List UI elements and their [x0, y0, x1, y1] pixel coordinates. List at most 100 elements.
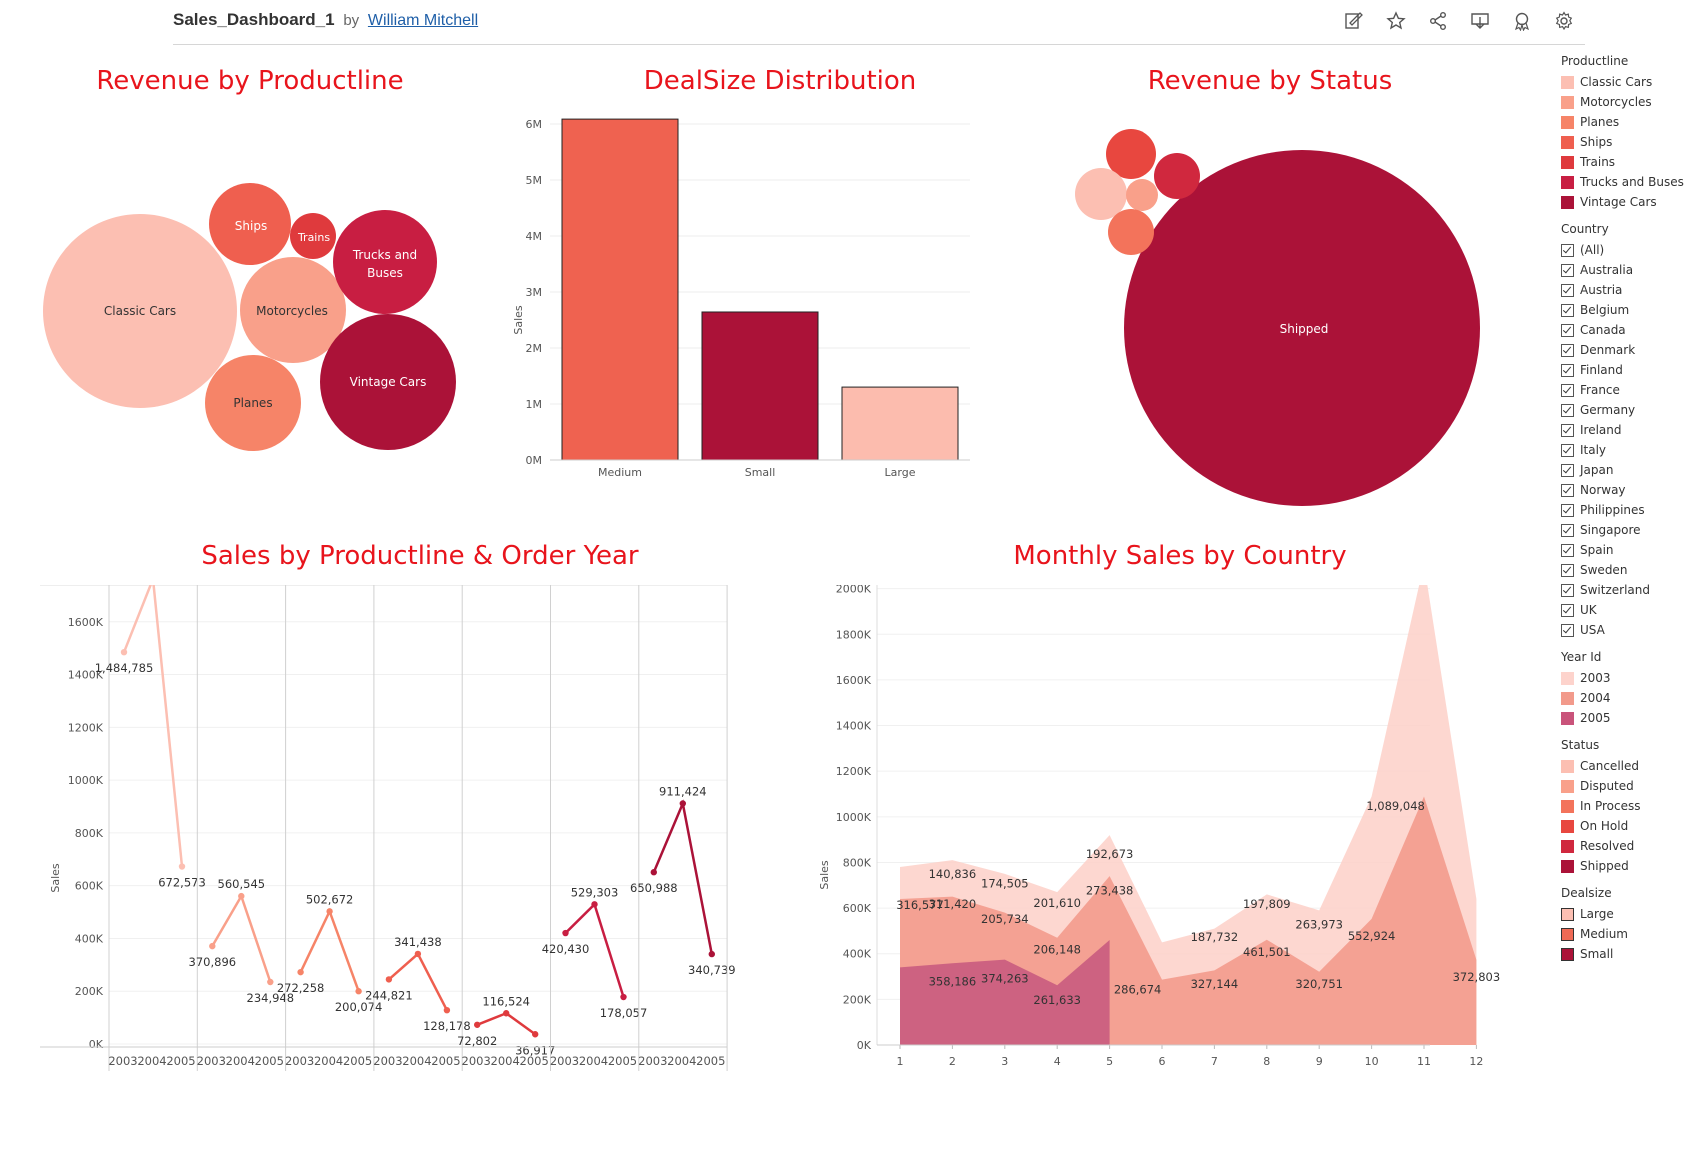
country-filter-item[interactable]: Sweden	[1561, 560, 1694, 580]
ply-point[interactable]	[708, 950, 715, 958]
legend-item-dealsize[interactable]: Small	[1561, 944, 1694, 964]
country-filter-item[interactable]: Switzerland	[1561, 580, 1694, 600]
dealsize-bar[interactable]	[701, 311, 819, 461]
country-filter-item[interactable]: Spain	[1561, 540, 1694, 560]
checkbox-icon[interactable]	[1561, 483, 1574, 497]
checkbox-icon[interactable]	[1561, 423, 1574, 437]
checkbox-icon[interactable]	[1561, 383, 1574, 397]
download-icon[interactable]	[1469, 10, 1491, 32]
author-link[interactable]: William Mitchell	[368, 12, 478, 29]
checkbox-icon[interactable]	[1561, 623, 1574, 637]
ply-point[interactable]	[238, 892, 245, 900]
ply-series-line[interactable]	[652, 799, 714, 955]
ply-point[interactable]	[209, 942, 216, 950]
checkbox-icon[interactable]	[1561, 503, 1574, 517]
country-filter-item[interactable]: UK	[1561, 600, 1694, 620]
legend-item-productline[interactable]: Trains	[1561, 152, 1694, 172]
checkbox-icon[interactable]	[1561, 443, 1574, 457]
ply-series-line[interactable]	[122, 585, 184, 867]
legend-item-year[interactable]: 2005	[1561, 708, 1694, 728]
bubble-disputed[interactable]	[1126, 179, 1158, 211]
legend-item-productline[interactable]: Vintage Cars	[1561, 192, 1694, 212]
checkbox-icon[interactable]	[1561, 283, 1574, 297]
legend-item-status[interactable]: Disputed	[1561, 776, 1694, 796]
legend-item-year[interactable]: 2004	[1561, 688, 1694, 708]
legend-item-dealsize[interactable]: Medium	[1561, 924, 1694, 944]
ply-point[interactable]	[267, 978, 274, 986]
legend-item-year[interactable]: 2003	[1561, 668, 1694, 688]
legend-item-productline[interactable]: Trucks and Buses	[1561, 172, 1694, 192]
country-filter-item[interactable]: Singapore	[1561, 520, 1694, 540]
badge-icon[interactable]	[1511, 10, 1533, 32]
checkbox-icon[interactable]	[1561, 523, 1574, 537]
country-filter-item[interactable]: Finland	[1561, 360, 1694, 380]
checkbox-icon[interactable]	[1561, 323, 1574, 337]
checkbox-icon[interactable]	[1561, 543, 1574, 557]
star-icon[interactable]	[1385, 10, 1407, 32]
dealsize-bar[interactable]	[841, 386, 959, 461]
bubble-cancelled[interactable]	[1075, 168, 1127, 220]
ply-point[interactable]	[474, 1021, 481, 1028]
country-filter-item[interactable]: Ireland	[1561, 420, 1694, 440]
country-filter-item[interactable]: France	[1561, 380, 1694, 400]
ply-point[interactable]	[355, 988, 362, 995]
country-filter-item[interactable]: Austria	[1561, 280, 1694, 300]
checkbox-icon[interactable]	[1561, 583, 1574, 597]
legend-item-status[interactable]: On Hold	[1561, 816, 1694, 836]
legend-item-status[interactable]: Resolved	[1561, 836, 1694, 856]
ply-point[interactable]	[650, 869, 657, 876]
bubble-trucks-buses[interactable]	[333, 210, 437, 314]
checkbox-icon[interactable]	[1561, 403, 1574, 417]
ply-point[interactable]	[297, 968, 304, 976]
settings-icon[interactable]	[1553, 10, 1575, 32]
country-filter-item[interactable]: Denmark	[1561, 340, 1694, 360]
dealsize-bar[interactable]	[561, 118, 679, 461]
checkbox-icon[interactable]	[1561, 603, 1574, 617]
legend-item-productline[interactable]: Ships	[1561, 132, 1694, 152]
country-filter-item[interactable]: Philippines	[1561, 500, 1694, 520]
country-filter-item[interactable]: Canada	[1561, 320, 1694, 340]
country-filter-item[interactable]: Italy	[1561, 440, 1694, 460]
ply-point[interactable]	[503, 1010, 510, 1017]
country-filter-item[interactable]: Germany	[1561, 400, 1694, 420]
country-filter-item[interactable]: Belgium	[1561, 300, 1694, 320]
legend-productline: Productline Classic Cars Motorcycles Plane…	[1561, 54, 1694, 212]
legend-item-productline[interactable]: Motorcycles	[1561, 92, 1694, 112]
ply-point[interactable]	[532, 1031, 539, 1038]
country-filter-item[interactable]: (All)	[1561, 240, 1694, 260]
ply-series-line[interactable]	[299, 908, 360, 992]
ply-point[interactable]	[120, 648, 128, 656]
ply-point[interactable]	[326, 908, 333, 915]
legend-item-status[interactable]: Shipped	[1561, 856, 1694, 876]
country-label: Philippines	[1580, 503, 1645, 517]
country-filter-item[interactable]: Norway	[1561, 480, 1694, 500]
legend-item-status[interactable]: Cancelled	[1561, 756, 1694, 776]
legend-item-productline[interactable]: Planes	[1561, 112, 1694, 132]
checkbox-icon[interactable]	[1561, 303, 1574, 317]
legend-item-status[interactable]: In Process	[1561, 796, 1694, 816]
checkbox-icon[interactable]	[1561, 263, 1574, 277]
ply-point[interactable]	[620, 993, 627, 1001]
country-filter-item[interactable]: Japan	[1561, 460, 1694, 480]
country-filter-item[interactable]: Australia	[1561, 260, 1694, 280]
share-icon[interactable]	[1427, 10, 1449, 32]
checkbox-icon[interactable]	[1561, 563, 1574, 577]
ply-point[interactable]	[443, 1006, 451, 1014]
checkbox-icon[interactable]	[1561, 243, 1574, 257]
bubble-in-process[interactable]	[1108, 209, 1154, 255]
bubble-resolved[interactable]	[1154, 153, 1200, 199]
country-filter-item[interactable]: USA	[1561, 620, 1694, 640]
ply-point[interactable]	[385, 976, 393, 983]
ply-point[interactable]	[178, 863, 186, 870]
ply-point[interactable]	[591, 901, 598, 908]
checkbox-icon[interactable]	[1561, 363, 1574, 377]
legend-item-productline[interactable]: Classic Cars	[1561, 72, 1694, 92]
ply-point[interactable]	[679, 800, 686, 807]
ply-point[interactable]	[414, 950, 422, 958]
ply-point[interactable]	[562, 929, 569, 937]
checkbox-icon[interactable]	[1561, 463, 1574, 477]
legend-item-dealsize[interactable]: Large	[1561, 904, 1694, 924]
checkbox-icon[interactable]	[1561, 343, 1574, 357]
edit-icon[interactable]	[1343, 10, 1365, 32]
legend-swatch	[1561, 759, 1574, 773]
